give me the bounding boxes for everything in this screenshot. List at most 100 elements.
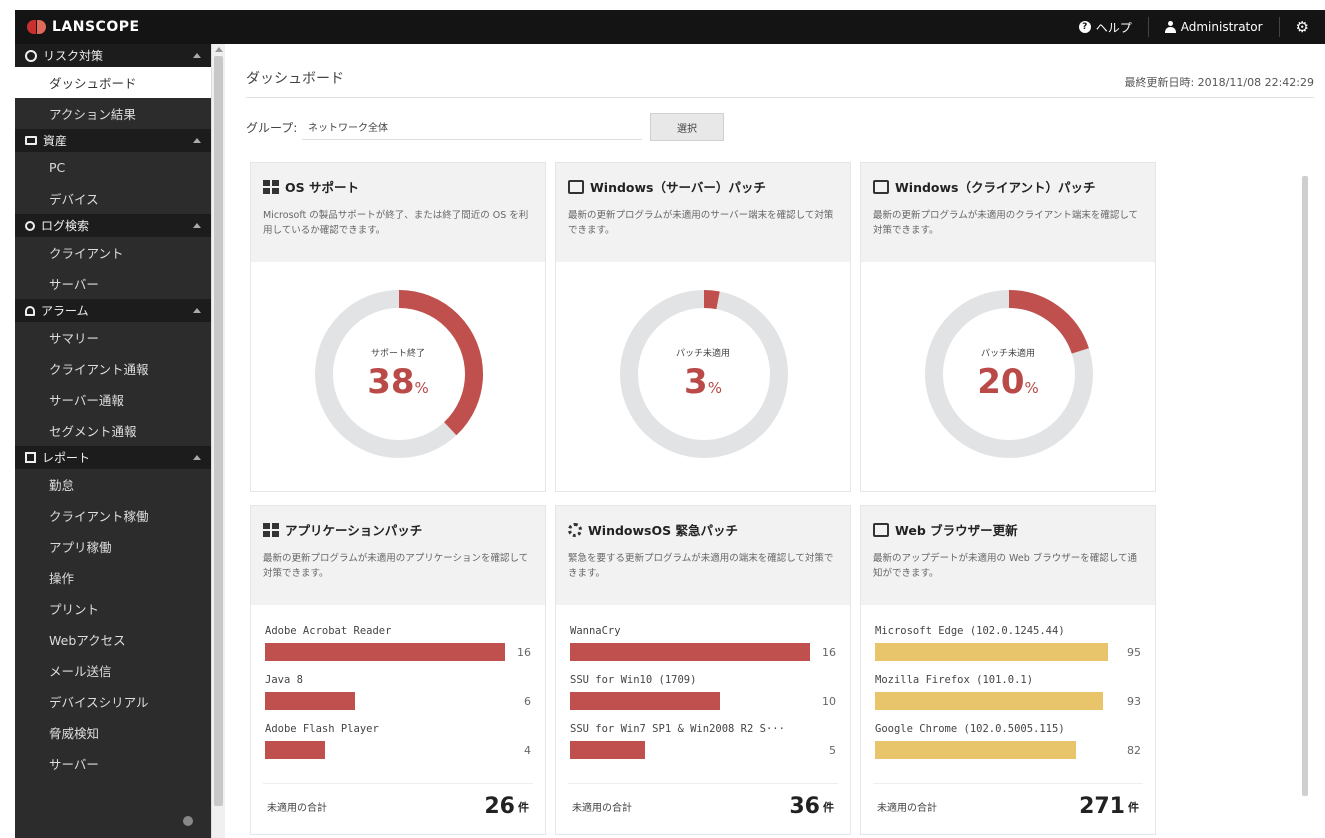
server-icon [568,179,584,194]
bar-row[interactable]: Mozilla Firefox (101.0.1) 93 [875,674,1141,723]
card-description: Microsoft の製品サポートが終了、または終了間近の OS を利用している… [263,210,529,236]
logo-icon [27,20,46,34]
sidebar: リスク対策 ダッシュボード アクション結果 資産 PC デバイス ログ検索 クラ… [15,44,211,838]
bar-label: Adobe Flash Player [265,723,379,735]
user-menu[interactable]: Administrator [1147,17,1279,37]
sidebar-section-report[interactable]: レポート [15,446,211,469]
browser-icon [873,522,889,537]
sidebar-item-app-operation[interactable]: アプリ稼働 [15,531,211,562]
page-title: ダッシュボード [246,71,344,87]
bar-label: SSU for Win7 SP1 & Win2008 R2 S··· [570,723,785,735]
user-name: Administrator [1180,20,1263,34]
settings-button[interactable]: ⚙ [1278,17,1325,37]
percent-sign: % [414,379,429,397]
sidebar-section-alarm[interactable]: アラーム [15,299,211,322]
total-unit: 件 [1128,800,1139,814]
donut-chart: サポート終了 38% [251,262,545,493]
card-title: Web ブラウザー更新 [895,523,1018,538]
sidebar-item-web-access[interactable]: Webアクセス [15,624,211,655]
sidebar-item-server-alerts[interactable]: サーバー通報 [15,384,211,415]
sidebar-item-client[interactable]: クライアント [15,237,211,268]
main-content: ダッシュボード 最終更新日時: 2018/11/08 22:42:29 グループ… [232,44,1325,838]
sidebar-item-pc[interactable]: PC [15,152,211,183]
sidebar-item-client-operation[interactable]: クライアント稼働 [15,500,211,531]
percent-sign: % [707,379,722,397]
bar-value: 93 [1127,694,1141,708]
card-app-patch[interactable]: アプリケーションパッチ 最新の更新プログラムが未適用のアプリケーションを確認して… [250,505,546,835]
bar-row[interactable]: WannaCry 16 [570,625,836,674]
bar [570,643,810,661]
sidebar-item-threat-detection[interactable]: 脅威検知 [15,717,211,748]
main-scroll-thumb[interactable] [1302,176,1308,796]
sidebar-item-operations[interactable]: 操作 [15,562,211,593]
gear-icon: ⚙ [1295,18,1309,36]
percent-sign: % [1024,379,1039,397]
sidebar-item-mail-send[interactable]: メール送信 [15,655,211,686]
sidebar-scrollbar[interactable] [211,44,225,838]
gears-icon [568,522,582,537]
card-title: Windows（クライアント）パッチ [895,180,1096,195]
select-button[interactable]: 選択 [650,113,724,141]
sidebar-item-segment-alerts[interactable]: セグメント通報 [15,415,211,446]
bar-label: Adobe Acrobat Reader [265,625,392,637]
bar-row[interactable]: Java 8 6 [265,674,531,723]
sidebar-item-server[interactable]: サーバー [15,268,211,299]
bar-label: WannaCry [570,625,621,637]
donut-label: パッチ未適用 [980,349,1035,359]
dashboard-grid: OS サポート Microsoft の製品サポートが終了、または終了間近の OS… [250,162,1272,835]
card-urgent-patch[interactable]: WindowsOS 緊急パッチ 緊急を要する更新プログラムが未適用の端末を確認し… [555,505,851,835]
bar-label: Google Chrome (102.0.5005.115) [875,723,1065,735]
bar [570,692,720,710]
sidebar-item-devices[interactable]: デバイス [15,183,211,214]
help-link[interactable]: ? ヘルプ [1063,17,1148,37]
bar [570,741,645,759]
page-header: ダッシュボード 最終更新日時: 2018/11/08 22:42:29 [246,64,1314,98]
donut-value: 20% [861,362,1155,402]
sidebar-item-client-alerts[interactable]: クライアント通報 [15,353,211,384]
bar-row[interactable]: Google Chrome (102.0.5005.115) 82 [875,723,1141,772]
bar-row[interactable]: Microsoft Edge (102.0.1245.44) 95 [875,625,1141,674]
sidebar-item-action-results[interactable]: アクション結果 [15,98,211,129]
total-value: 26 [484,794,515,819]
chevron-up-icon [193,308,201,313]
card-client-patch[interactable]: Windows（クライアント）パッチ 最新の更新プログラムが未適用のクライアント… [860,162,1156,492]
scroll-up-icon[interactable] [215,47,223,52]
card-footer: 未適用の合計 26 件 [263,783,533,829]
sidebar-item-dashboard[interactable]: ダッシュボード [15,67,211,98]
sidebar-section-risk[interactable]: リスク対策 [15,44,211,67]
card-description: 最新の更新プログラムが未適用のアプリケーションを確認して対策できます。 [263,553,529,579]
group-field[interactable]: ネットワーク全体 [302,114,642,140]
bar-row[interactable]: Adobe Acrobat Reader 16 [265,625,531,674]
report-icon [25,452,36,463]
client-pc-icon [873,179,889,194]
card-description: 最新の更新プログラムが未適用のサーバー端末を確認して対策できます。 [568,210,834,236]
app-logo[interactable]: LANSCOPE [27,19,140,35]
sidebar-item-report-server[interactable]: サーバー [15,748,211,779]
bar-value: 5 [829,743,836,757]
total-unit: 件 [823,800,834,814]
bar-label: Microsoft Edge (102.0.1245.44) [875,625,1065,637]
bar-row[interactable]: SSU for Win7 SP1 & Win2008 R2 S··· 5 [570,723,836,772]
donut-value: 3% [556,362,850,402]
chevron-up-icon [193,223,201,228]
sidebar-item-attendance[interactable]: 勤怠 [15,469,211,500]
bar-value: 16 [517,645,531,659]
bar-row[interactable]: SSU for Win10 (1709) 10 [570,674,836,723]
sidebar-item-summary[interactable]: サマリー [15,322,211,353]
bar-value: 10 [822,694,836,708]
bar-row[interactable]: Adobe Flash Player 4 [265,723,531,772]
card-browser-update[interactable]: Web ブラウザー更新 最新のアップデートが未適用の Web ブラウザーを確認し… [860,505,1156,835]
sidebar-section-assets[interactable]: 資産 [15,129,211,152]
chevron-up-icon [193,53,201,58]
collapse-sidebar-icon[interactable] [183,816,193,826]
sidebar-item-print[interactable]: プリント [15,593,211,624]
sidebar-scroll-thumb[interactable] [214,56,223,806]
sidebar-section-log-search[interactable]: ログ検索 [15,214,211,237]
group-label: グループ: [246,120,298,135]
card-server-patch[interactable]: Windows（サーバー）パッチ 最新の更新プログラムが未適用のサーバー端末を確… [555,162,851,492]
total-label: 未適用の合計 [877,803,937,814]
card-os-support[interactable]: OS サポート Microsoft の製品サポートが終了、または終了間近の OS… [250,162,546,492]
main-scrollbar[interactable] [1299,162,1311,838]
bar [265,741,325,759]
sidebar-item-device-serial[interactable]: デバイスシリアル [15,686,211,717]
